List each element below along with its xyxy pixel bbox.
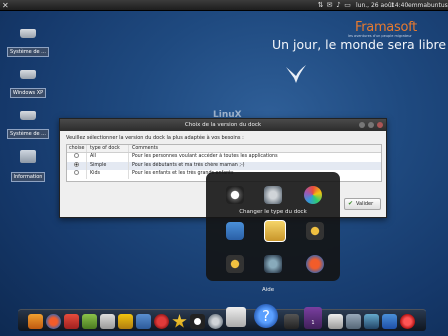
dialog-titlebar[interactable]: Choix de la version du dock [60, 119, 386, 131]
dock-simple-icon[interactable] [264, 220, 286, 242]
dock-comment: Pour les personnes voulant accéder à tou… [132, 154, 278, 159]
network-icon[interactable]: ⇅ [316, 1, 325, 10]
desktop-icon-filesystem[interactable]: Système de ... [6, 26, 50, 57]
power-icon[interactable] [400, 314, 415, 329]
dock-chooser-menu: Changer le type du dock [206, 172, 340, 281]
firefox-icon[interactable] [46, 314, 61, 329]
desktop-icon-information[interactable]: Information [6, 150, 50, 182]
house-icon[interactable] [226, 307, 246, 327]
desktop-icon-label: Système de ... [7, 47, 49, 57]
battery-icon[interactable]: ▭ [343, 1, 352, 10]
radio-button[interactable] [74, 153, 79, 158]
radio-button[interactable] [74, 170, 79, 176]
folder-icon [20, 150, 36, 163]
color-wheel-icon[interactable] [304, 186, 322, 204]
desktop-icon[interactable] [226, 222, 244, 240]
volume-icon[interactable]: ♪ [334, 1, 343, 10]
gear-icon[interactable] [208, 314, 223, 329]
drive-icon [20, 70, 36, 79]
mail-icon[interactable]: ✉ [325, 1, 334, 10]
radio-button[interactable] [74, 161, 79, 167]
home-icon[interactable] [28, 314, 43, 329]
penguin-icon[interactable] [226, 186, 244, 204]
table-header: choise type of dock Comments [67, 145, 381, 153]
desktop-icon-windows-xp[interactable]: Windows XP [6, 67, 50, 98]
chooser-title: Changer le type du dock [239, 209, 307, 215]
desktop-icon-label: Windows XP [9, 88, 47, 98]
dock-config-icon[interactable] [264, 255, 282, 273]
column-header[interactable]: Comments [129, 145, 381, 152]
files-icon[interactable] [118, 314, 133, 329]
dialog-prompt: Veuillez sélectionner la version du dock… [66, 135, 244, 141]
brand-logo: Framasoft [355, 20, 417, 35]
star-icon[interactable] [172, 314, 187, 328]
trash-icon[interactable] [382, 314, 397, 329]
music-icon[interactable] [154, 314, 169, 329]
dock-all-icon[interactable] [306, 222, 324, 240]
table-row[interactable]: Simple Pour les débutants et ma très chè… [67, 161, 381, 171]
drive-icon [20, 29, 36, 38]
validate-label: Valider [356, 201, 374, 207]
menu-icon[interactable]: ✕ [2, 1, 11, 10]
dock-type: Simple [87, 161, 129, 171]
top-panel: ✕ ⇅ ✉ ♪ ▭ lun., 26 août 14:40 emmabuntus [0, 0, 448, 11]
dialog-title: Choix de la version du dock [184, 122, 262, 128]
desktop-icon-filesystem-2[interactable]: Système de ... [6, 108, 50, 139]
dock-type: Kids [87, 170, 129, 179]
column-header[interactable]: choise [67, 145, 87, 152]
desktop-icon-label: Système de ... [7, 129, 49, 139]
dock-comment: Pour les débutants et ma très chère mama… [132, 162, 245, 168]
panel-time[interactable]: 14:40 [391, 1, 408, 10]
gimp-icon[interactable] [82, 314, 97, 329]
drive-icon [20, 111, 36, 120]
workspace-number: 1 [311, 320, 315, 326]
dock-kids-icon[interactable] [226, 255, 244, 273]
close-icon[interactable] [377, 122, 383, 128]
dock: ? 1 [18, 304, 426, 331]
pdf-icon[interactable] [64, 314, 79, 329]
settings-gear-icon[interactable] [264, 186, 282, 204]
validate-button[interactable]: ✔ Valider [344, 198, 381, 210]
screenshot-icon[interactable] [346, 314, 361, 329]
penguin-icon[interactable] [190, 314, 205, 329]
wallpaper-slogan: Un jour, le monde sera libre ! [272, 37, 448, 52]
dock-tooltip: Aide [262, 287, 275, 293]
checkmark-icon: ✔ [348, 200, 354, 207]
panel-date[interactable]: lun., 26 août [356, 1, 394, 10]
minimize-icon[interactable] [359, 122, 365, 128]
window-icon[interactable] [328, 314, 343, 329]
maximize-icon[interactable] [368, 122, 374, 128]
panel-user[interactable]: emmabuntus [408, 1, 448, 10]
table-row[interactable]: All Pour les personnes voulant accéder à… [67, 153, 381, 162]
firefox-icon[interactable] [306, 255, 324, 273]
dock-type: All [87, 153, 129, 162]
network-icon[interactable] [364, 314, 379, 329]
clock-icon[interactable] [136, 314, 151, 329]
terminal-icon[interactable] [284, 314, 299, 329]
clapper-icon[interactable] [100, 314, 115, 329]
help-icon[interactable]: ? [254, 304, 278, 328]
desktop-icon-label: Information [10, 172, 46, 182]
swallow-icon [286, 65, 306, 83]
workspace-switcher[interactable]: 1 [304, 307, 322, 329]
column-header[interactable]: type of dock [87, 145, 129, 152]
